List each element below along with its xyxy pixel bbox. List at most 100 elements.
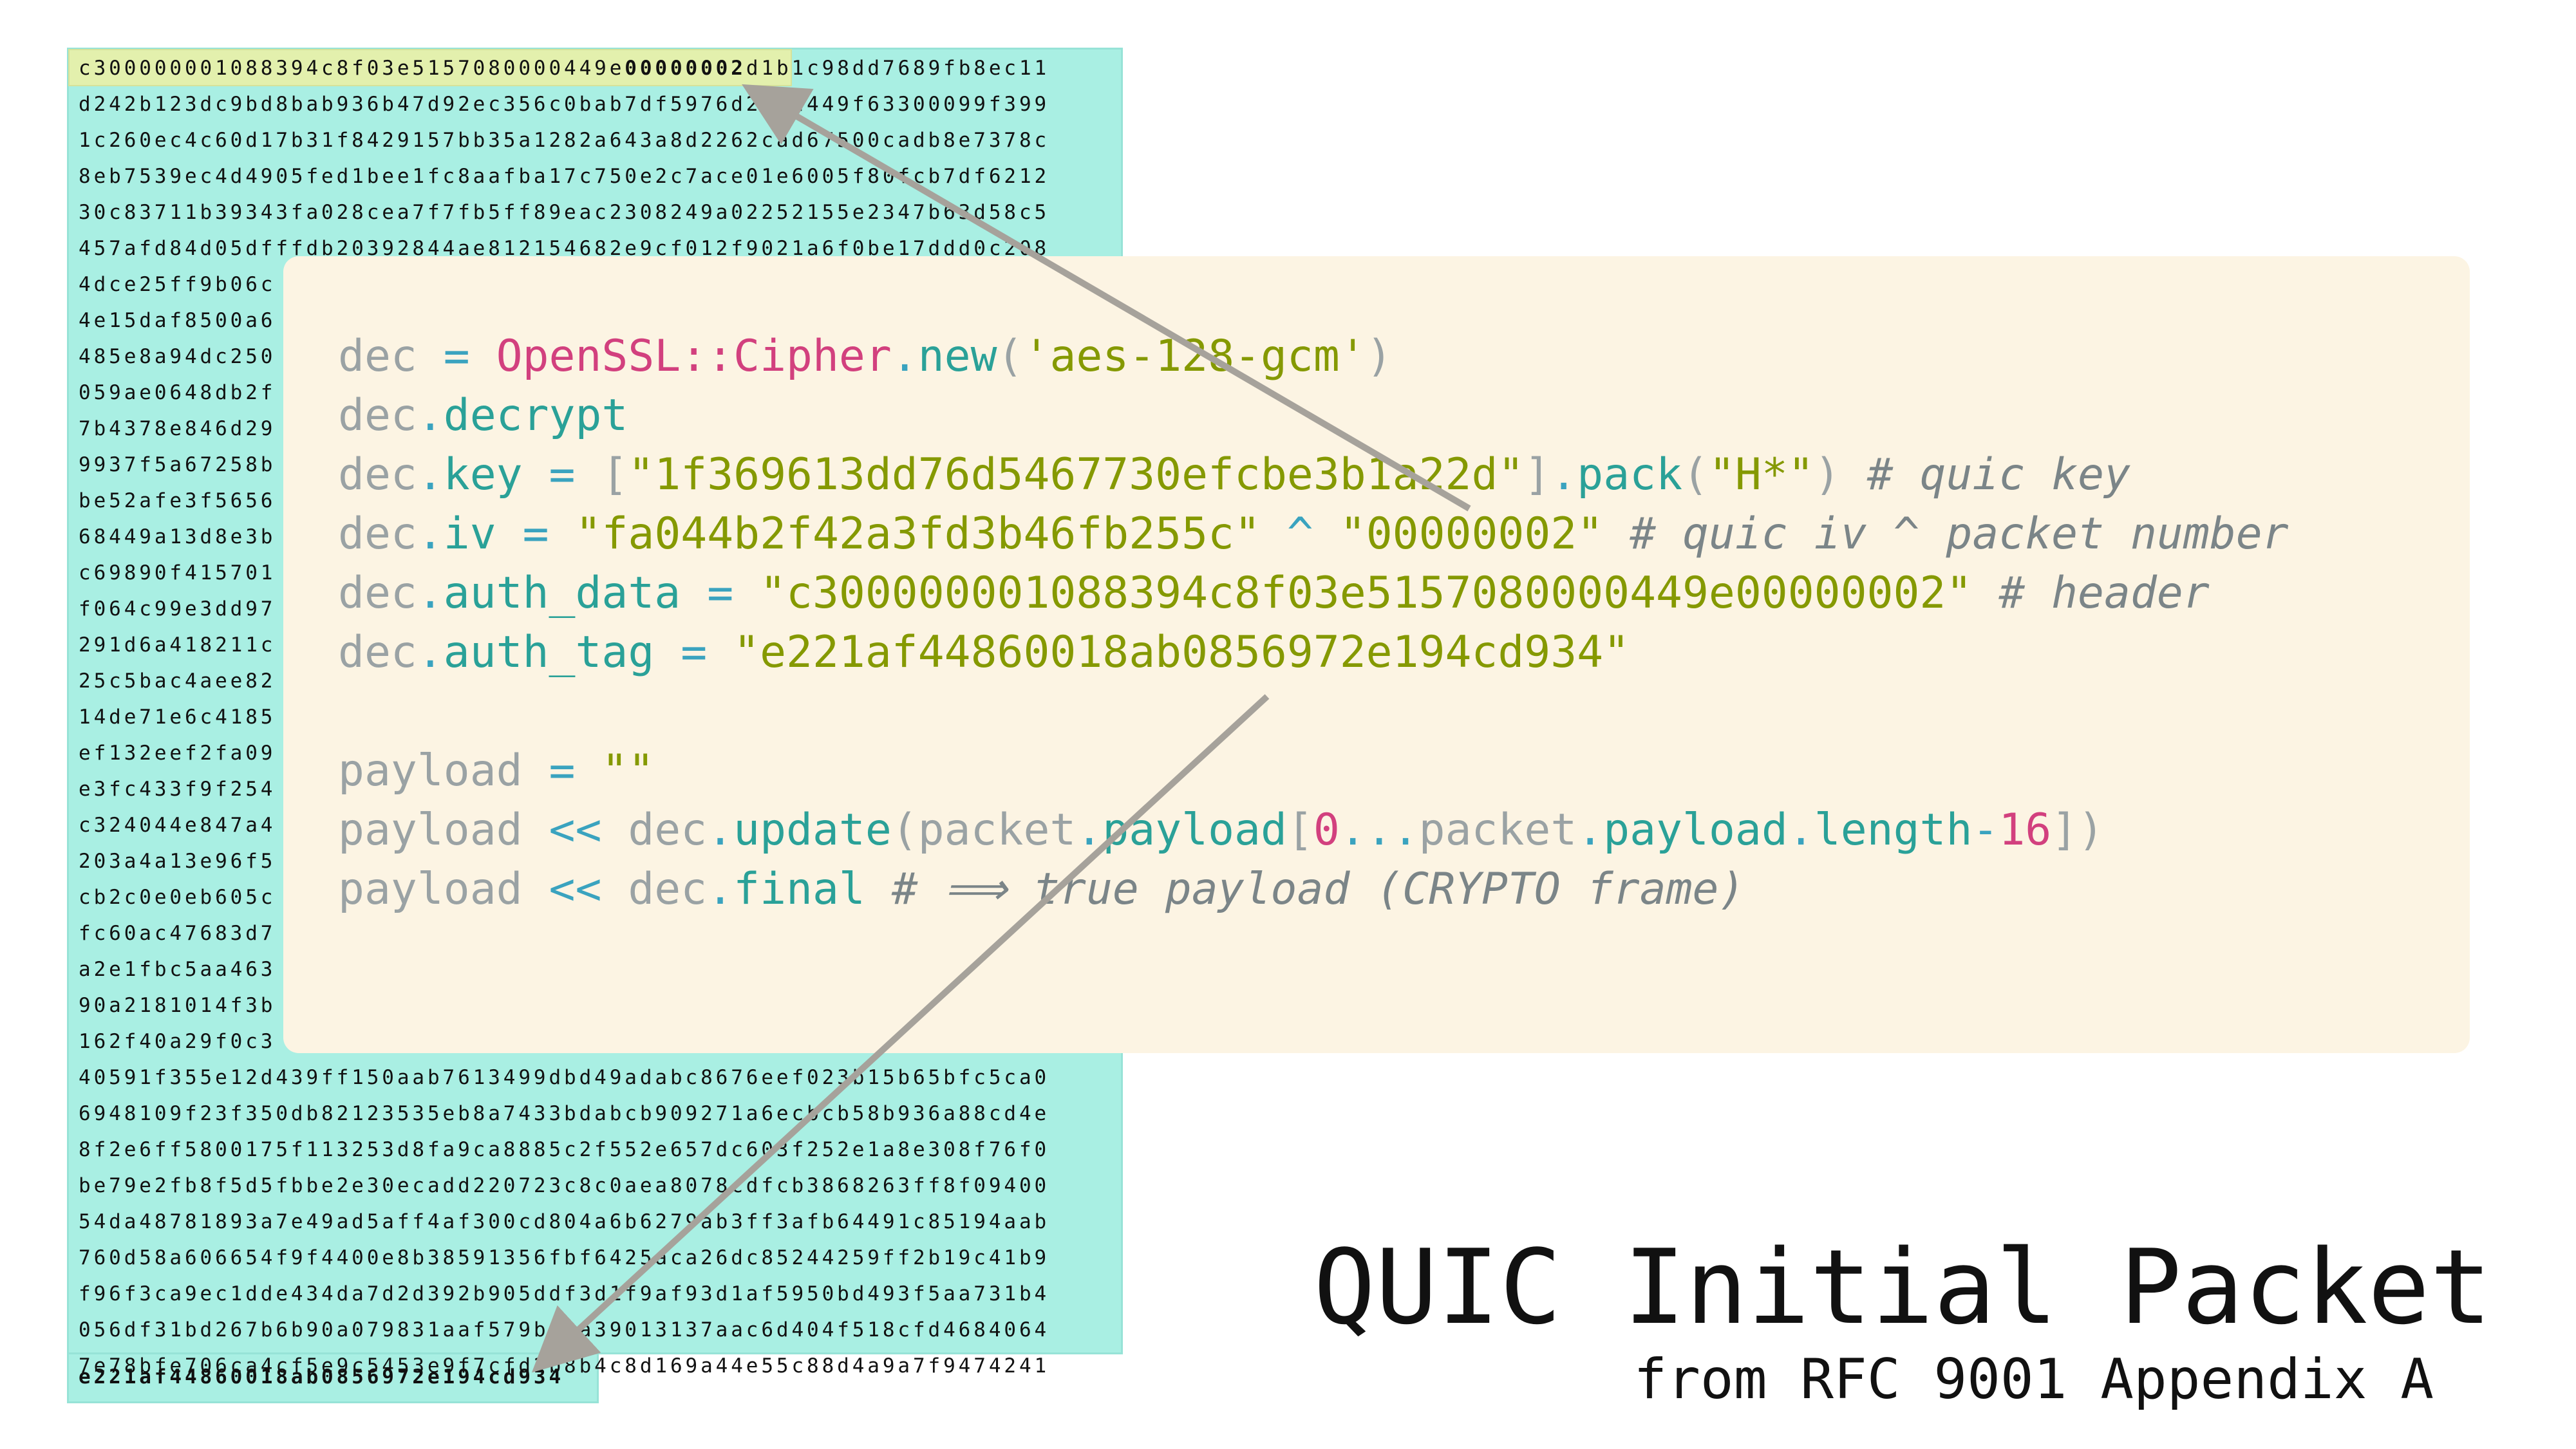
hex-line: 68449a13d8e3b	[79, 525, 276, 548]
code-token: new	[917, 331, 997, 382]
hex-line: c69890f415701	[79, 561, 276, 584]
hex-header-rest: d1b1c98dd7689fb8ec11	[746, 57, 1050, 80]
code-token: ]	[1524, 449, 1551, 500]
code-line-3: dec.key = ["1f369613dd76d5467730efcbe3b1…	[338, 445, 2130, 505]
code-token: ])	[2051, 805, 2105, 855]
code-token: "00000002"	[1339, 509, 1604, 559]
hex-line: e3fc433f9f254	[79, 778, 276, 801]
code-token: iv	[443, 509, 496, 559]
code-line-2: dec.decrypt	[338, 386, 628, 445]
code-token: dec	[628, 864, 708, 915]
hex-header-bytes: c300000001088394c8f03e5157080000449e	[79, 57, 625, 80]
slide-subtitle: from RFC 9001 Appendix A	[1633, 1347, 2434, 1412]
code-line-5: dec.auth_data = "c300000001088394c8f03e5…	[338, 564, 2210, 623]
code-comment: # quic iv ^ packet number	[1603, 509, 2289, 559]
hex-line: f064c99e3dd97	[79, 597, 276, 621]
hex-line: 40591f355e12d439ff150aab7613499dbd49adab…	[79, 1066, 1050, 1089]
packet-number-bytes: 00000002	[625, 57, 746, 80]
code-token: .	[891, 331, 918, 382]
code-token: =	[417, 331, 496, 382]
code-token: [	[601, 449, 628, 500]
hex-line: be79e2fb8f5d5fbbe2e30ecadd220723c8c0aea8…	[79, 1174, 1050, 1197]
code-token: .	[707, 805, 734, 855]
hex-line: 90a2181014f3b	[79, 994, 276, 1017]
code-token: dec	[338, 331, 417, 382]
code-token: (	[891, 805, 918, 855]
hex-line: 059ae0648db2f	[79, 381, 276, 404]
hex-line: 6948109f23f350db82123535eb8a7433bdabcb90…	[79, 1102, 1050, 1125]
code-line-6: dec.auth_tag = "e221af44860018ab0856972e…	[338, 623, 1630, 682]
hex-line: 485e8a94dc250	[79, 345, 276, 368]
hex-line: c324044e847a4	[79, 814, 276, 837]
code-token: Cipher	[733, 331, 892, 382]
code-token: decrypt	[443, 390, 628, 441]
hex-header-line: c300000001088394c8f03e5157080000449e0000…	[79, 50, 1049, 86]
hex-line: 30c83711b39343fa028cea7f7fb5ff89eac23082…	[79, 201, 1050, 224]
hex-line: 8eb7539ec4d4905fed1bee1fc8aafba17c750e2c…	[79, 165, 1050, 188]
code-line-10: payload << dec.final # ⟹ true payload (C…	[338, 860, 1745, 919]
code-token: (	[997, 331, 1024, 382]
code-token: .	[417, 390, 444, 441]
hex-line: 760d58a606654f9f4400e8b38591356fbf6425ac…	[79, 1246, 1050, 1269]
hex-line: be52afe3f5656	[79, 489, 276, 512]
code-token: packet	[1418, 805, 1577, 855]
code-token: ...	[1339, 805, 1419, 855]
code-line-1: dec = OpenSSL::Cipher.new('aes-128-gcm')	[338, 327, 1393, 386]
code-token: .	[417, 568, 444, 619]
hex-line: 291d6a418211c	[79, 633, 276, 657]
code-token: dec	[338, 449, 417, 500]
code-token: auth_tag	[443, 627, 655, 678]
hex-line: fc60ac47683d7	[79, 922, 276, 945]
code-token: key	[443, 449, 523, 500]
code-token: "fa044b2f42a3fd3b46fb255c"	[575, 509, 1261, 559]
hex-line: 7b4378e846d29	[79, 417, 276, 440]
code-token: <<	[522, 805, 628, 855]
code-token: =	[681, 568, 760, 619]
code-token: payload	[338, 805, 523, 855]
code-line-4: dec.iv = "fa044b2f42a3fd3b46fb255c" ^ "0…	[338, 505, 2289, 564]
code-token: "1f369613dd76d5467730efcbe3b1a22d"	[628, 449, 1525, 500]
code-token: .	[1787, 805, 1814, 855]
code-token: .	[707, 864, 734, 915]
hex-line: 203a4a13e96f5	[79, 850, 276, 873]
hex-line: 4e15daf8500a6	[79, 309, 276, 332]
code-token: "H*"	[1708, 449, 1814, 500]
code-token: length	[1814, 805, 1973, 855]
code-token: OpenSSL	[496, 331, 681, 382]
hex-line: 162f40a29f0c3	[79, 1030, 276, 1053]
code-token: .	[1577, 805, 1604, 855]
hex-line: 14de71e6c4185	[79, 706, 276, 729]
auth-tag-bytes: e221af44860018ab0856972e194cd934	[79, 1365, 565, 1388]
code-token: packet	[917, 805, 1076, 855]
code-token: pack	[1577, 449, 1683, 500]
hex-line: 4dce25ff9b06c	[79, 273, 276, 296]
hex-line: a2e1fbc5aa463	[79, 958, 276, 981]
code-token: "e221af44860018ab0856972e194cd934"	[733, 627, 1630, 678]
hex-line: 25c5bac4aee82	[79, 669, 276, 693]
code-token: [	[1286, 805, 1313, 855]
code-comment: # ⟹ true payload (CRYPTO frame)	[865, 864, 1745, 915]
code-token: ""	[601, 745, 655, 796]
code-card: dec = OpenSSL::Cipher.new('aes-128-gcm')…	[283, 256, 2470, 1053]
code-token: payload	[338, 864, 523, 915]
code-token: =	[522, 449, 602, 500]
code-token: dec	[338, 509, 417, 559]
hex-line: 056df31bd267b6b90a079831aaf579be0a390131…	[79, 1318, 1050, 1341]
hex-line: 9937f5a67258b	[79, 453, 276, 476]
code-token: payload	[1102, 805, 1287, 855]
code-token: .	[417, 449, 444, 500]
code-token: =	[522, 745, 602, 796]
code-token: =	[654, 627, 734, 678]
hex-line: 54da48781893a7e49ad5aff4af300cd804a6b627…	[79, 1210, 1050, 1233]
code-token: <<	[522, 864, 628, 915]
code-token: =	[496, 509, 576, 559]
code-token: final	[733, 864, 865, 915]
code-token: dec	[338, 390, 417, 441]
hex-line: 8f2e6ff5800175f113253d8fa9ca8885c2f552e6…	[79, 1138, 1050, 1161]
hex-line: 1c260ec4c60d17b31f8429157bb35a1282a643a8…	[79, 129, 1050, 152]
slide-title: QUIC Initial Packet	[1313, 1227, 2492, 1347]
code-token: -	[1972, 805, 1999, 855]
code-token: 'aes-128-gcm'	[1023, 331, 1366, 382]
code-token: .	[417, 627, 444, 678]
code-token: (	[1682, 449, 1709, 500]
